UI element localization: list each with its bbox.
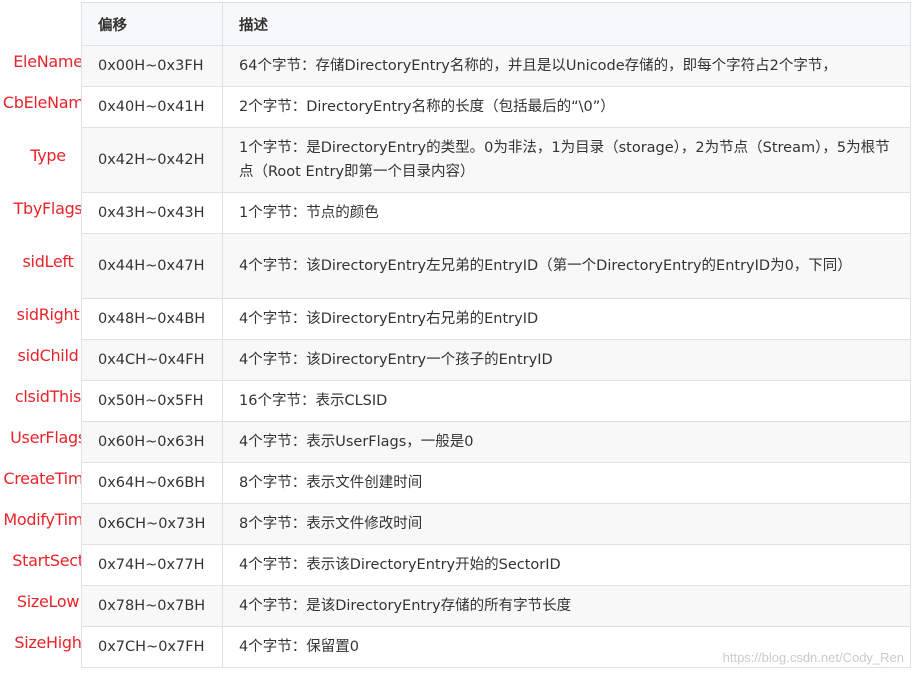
table-row: 0x50H~0x5FH 16个字节：表示CLSID	[81, 380, 911, 422]
offset-cell: 0x74H~0x77H	[81, 544, 223, 586]
description-cell: 1个字节：是DirectoryEntry的类型。0为非法，1为目录（storag…	[222, 127, 911, 193]
table-row: 0x48H~0x4BH 4个字节：该DirectoryEntry右兄弟的Entry…	[81, 298, 911, 340]
description-cell: 8个字节：表示文件创建时间	[222, 462, 911, 504]
description-cell: 4个字节：是该DirectoryEntry存储的所有字节长度	[222, 585, 911, 627]
offset-cell: 0x00H~0x3FH	[81, 45, 223, 87]
table-row: 0x00H~0x3FH 64个字节：存储DirectoryEntry名称的，并且是…	[81, 45, 911, 87]
table-row: 0x42H~0x42H 1个字节：是DirectoryEntry的类型。0为非法，…	[81, 127, 911, 193]
description-cell: 64个字节：存储DirectoryEntry名称的，并且是以Unicode存储的…	[222, 45, 911, 87]
offset-cell: 0x78H~0x7BH	[81, 585, 223, 627]
offset-cell: 0x44H~0x47H	[81, 233, 223, 299]
offset-cell: 0x48H~0x4BH	[81, 298, 223, 340]
offset-cell: 0x7CH~0x7FH	[81, 626, 223, 668]
table-row: 0x78H~0x7BH 4个字节：是该DirectoryEntry存储的所有字节长…	[81, 585, 911, 627]
watermark: https://blog.csdn.net/Cody_Ren	[722, 650, 904, 665]
table-row: 0x43H~0x43H 1个字节：节点的颜色	[81, 192, 911, 234]
description-cell: 2个字节：DirectoryEntry名称的长度（包括最后的“\0”）	[222, 86, 911, 128]
offset-cell: 0x43H~0x43H	[81, 192, 223, 234]
offset-cell: 0x50H~0x5FH	[81, 380, 223, 422]
table-header-row: 偏移 描述	[81, 2, 911, 46]
directory-entry-table: 偏移 描述 0x00H~0x3FH 64个字节：存储DirectoryEntry名…	[81, 2, 911, 668]
header-offset: 偏移	[81, 2, 223, 46]
header-description: 描述	[222, 2, 911, 46]
table-row: 0x40H~0x41H 2个字节：DirectoryEntry名称的长度（包括最后…	[81, 86, 911, 128]
description-cell: 4个字节：该DirectoryEntry右兄弟的EntryID	[222, 298, 911, 340]
description-cell: 4个字节：表示该DirectoryEntry开始的SectorID	[222, 544, 911, 586]
offset-cell: 0x60H~0x63H	[81, 421, 223, 463]
description-cell: 16个字节：表示CLSID	[222, 380, 911, 422]
description-cell: 1个字节：节点的颜色	[222, 192, 911, 234]
table-row: 0x60H~0x63H 4个字节：表示UserFlags，一般是0	[81, 421, 911, 463]
offset-cell: 0x6CH~0x73H	[81, 503, 223, 545]
table-row: 0x6CH~0x73H 8个字节：表示文件修改时间	[81, 503, 911, 545]
description-cell: 4个字节：该DirectoryEntry左兄弟的EntryID（第一个Direc…	[222, 233, 911, 299]
table-row: 0x4CH~0x4FH 4个字节：该DirectoryEntry一个孩子的Entr…	[81, 339, 911, 381]
offset-cell: 0x4CH~0x4FH	[81, 339, 223, 381]
description-cell: 4个字节：表示UserFlags，一般是0	[222, 421, 911, 463]
description-cell: 4个字节：该DirectoryEntry一个孩子的EntryID	[222, 339, 911, 381]
table-row: 0x74H~0x77H 4个字节：表示该DirectoryEntry开始的Sect…	[81, 544, 911, 586]
offset-cell: 0x40H~0x41H	[81, 86, 223, 128]
table-row: 0x64H~0x6BH 8个字节：表示文件创建时间	[81, 462, 911, 504]
offset-cell: 0x64H~0x6BH	[81, 462, 223, 504]
table-row: 0x44H~0x47H 4个字节：该DirectoryEntry左兄弟的Entry…	[81, 233, 911, 299]
description-cell: 8个字节：表示文件修改时间	[222, 503, 911, 545]
offset-cell: 0x42H~0x42H	[81, 127, 223, 193]
